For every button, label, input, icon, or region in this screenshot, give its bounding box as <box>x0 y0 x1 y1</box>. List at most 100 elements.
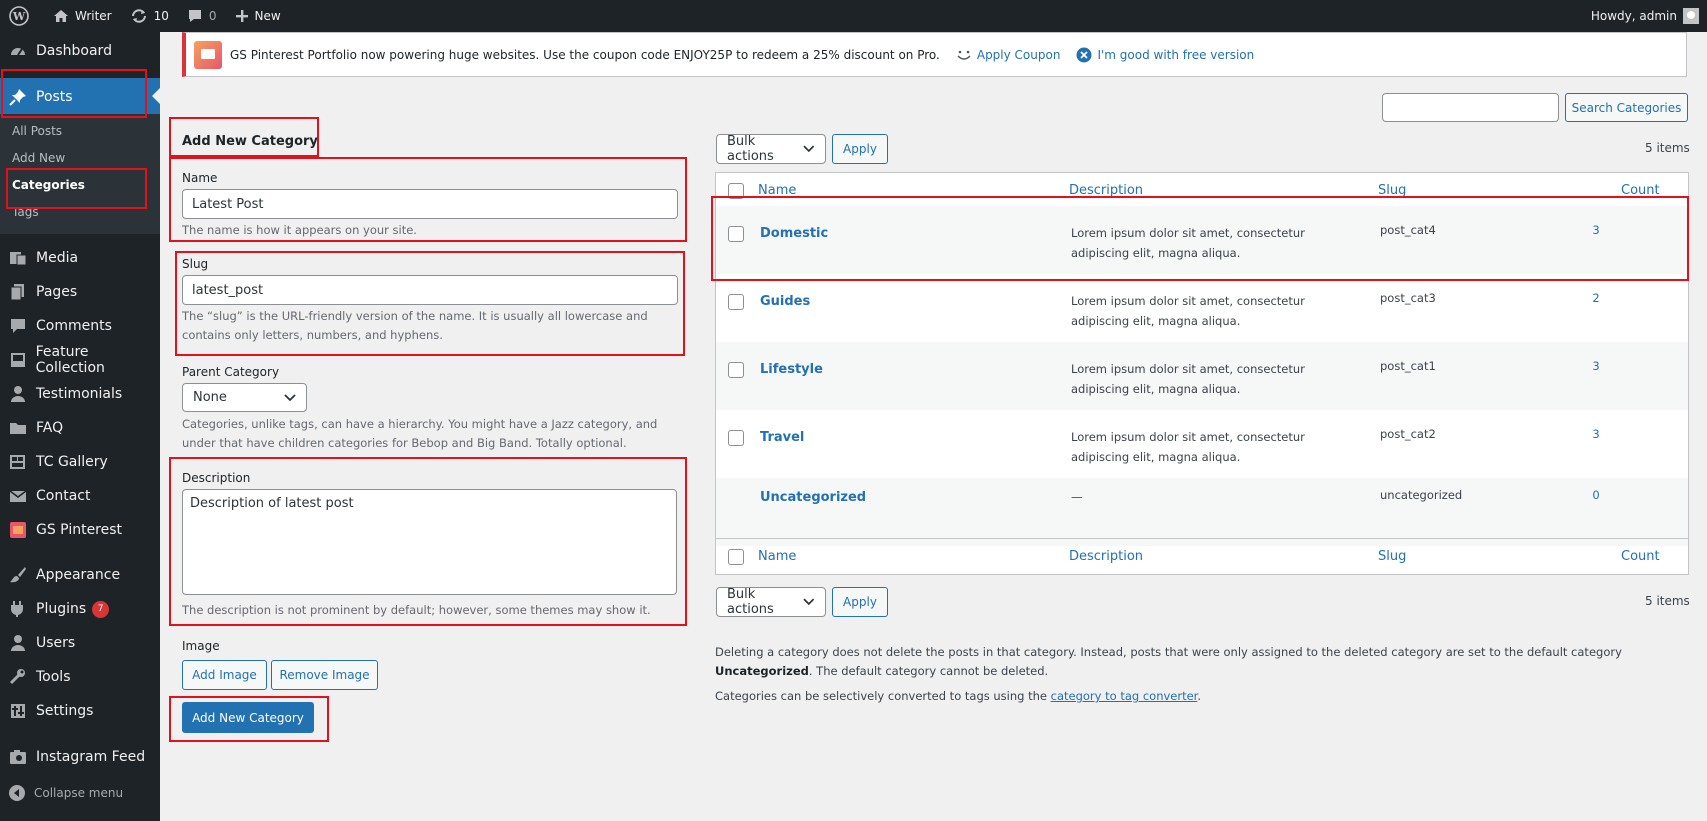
column-footer-slug[interactable]: Slug <box>1378 549 1406 564</box>
bulk-actions-select-top[interactable]: Bulk actions <box>716 134 826 164</box>
category-name-link[interactable]: Uncategorized <box>760 490 866 505</box>
updates-link[interactable]: 10 <box>121 0 178 32</box>
converter-note-text: Categories can be selectively converted … <box>715 689 1051 703</box>
column-footer-name[interactable]: Name <box>758 549 796 564</box>
annotation-box-heading <box>169 117 319 157</box>
search-categories-input[interactable] <box>1382 93 1559 122</box>
select-all-checkbox-bottom[interactable] <box>728 549 744 565</box>
menu-plugins[interactable]: Plugins 7 <box>0 592 160 626</box>
category-count-link[interactable]: 2 <box>1581 291 1611 305</box>
menu-contact[interactable]: Contact <box>0 479 160 513</box>
plus-icon <box>235 10 248 22</box>
svg-text:W: W <box>12 10 26 23</box>
menu-comments[interactable]: Comments <box>0 309 160 343</box>
menu-gs-pinterest-label: GS Pinterest <box>36 522 123 538</box>
apply-button-top[interactable]: Apply <box>832 134 888 164</box>
menu-appearance[interactable]: Appearance <box>0 558 160 592</box>
parent-help-line2: under that have children categories for … <box>182 436 627 450</box>
add-image-button[interactable]: Add Image <box>182 660 267 690</box>
converter-note-end: . <box>1197 689 1202 703</box>
promo-notice: GS Pinterest Portfolio now powering huge… <box>182 32 1687 77</box>
parent-category-select[interactable]: None <box>182 383 307 412</box>
email-icon <box>8 486 28 506</box>
menu-faq[interactable]: FAQ <box>0 411 160 445</box>
menu-appearance-label: Appearance <box>36 567 121 583</box>
menu-feature-collection[interactable]: Feature Collection <box>0 343 160 377</box>
row-checkbox[interactable] <box>728 362 744 378</box>
dismiss-notice-link[interactable]: I'm good with free version <box>1076 47 1254 63</box>
table-row: Lifestyle Lorem ipsum dolor sit amet, co… <box>716 342 1688 410</box>
category-name-link[interactable]: Guides <box>760 294 810 309</box>
category-to-tag-converter-link[interactable]: category to tag converter <box>1051 689 1198 703</box>
row-checkbox[interactable] <box>728 430 744 446</box>
annotation-box-categories <box>6 168 147 209</box>
folder-icon <box>8 418 28 438</box>
category-count-link[interactable]: 3 <box>1581 359 1611 373</box>
menu-tools[interactable]: Tools <box>0 660 160 694</box>
default-category-name: Uncategorized <box>715 664 809 678</box>
menu-media[interactable]: Media <box>0 241 160 275</box>
category-name-link[interactable]: Lifestyle <box>760 362 823 377</box>
site-name-link[interactable]: Writer <box>44 0 121 32</box>
category-slug: post_cat3 <box>1380 291 1436 305</box>
table-row: Uncategorized — uncategorized 0 <box>716 478 1688 546</box>
media-icon <box>8 248 28 268</box>
my-account[interactable]: Howdy, admin <box>1591 8 1707 24</box>
parent-category-label: Parent Category <box>182 365 280 379</box>
new-content-link[interactable]: New <box>226 0 290 32</box>
menu-instagram-feed-label: Instagram Feed <box>36 749 146 765</box>
menu-users[interactable]: Users <box>0 626 160 660</box>
row-checkbox[interactable] <box>728 294 744 310</box>
menu-tc-gallery[interactable]: TC Gallery <box>0 445 160 479</box>
user-icon <box>8 384 28 404</box>
category-name-link[interactable]: Travel <box>760 430 804 445</box>
parent-help-line1: Categories, unlike tags, can have a hier… <box>182 417 658 431</box>
site-name: Writer <box>75 9 112 23</box>
submenu-add-new[interactable]: Add New <box>12 151 65 165</box>
dashboard-icon <box>8 41 28 61</box>
default-category-note: Uncategorized. The default category cann… <box>715 664 1048 678</box>
menu-dashboard[interactable]: Dashboard <box>0 34 160 68</box>
collapse-menu-button[interactable]: Collapse menu <box>8 784 123 802</box>
category-slug: post_cat1 <box>1380 359 1436 373</box>
column-footer-description[interactable]: Description <box>1069 549 1143 564</box>
apply-button-bottom[interactable]: Apply <box>832 587 888 617</box>
category-slug: uncategorized <box>1380 488 1463 502</box>
category-count-link[interactable]: 0 <box>1581 488 1611 502</box>
apply-coupon-label: Apply Coupon <box>976 47 1061 62</box>
annotation-box-domestic-row <box>711 196 1689 281</box>
menu-settings[interactable]: Settings <box>0 694 160 728</box>
chevron-down-icon <box>284 393 296 401</box>
menu-instagram-feed[interactable]: Instagram Feed <box>0 740 160 774</box>
default-category-note-rest: . The default category cannot be deleted… <box>808 664 1049 678</box>
submenu-all-posts[interactable]: All Posts <box>12 124 62 138</box>
remove-image-button[interactable]: Remove Image <box>271 660 378 690</box>
items-count-bottom: 5 items <box>1645 594 1690 608</box>
menu-pages[interactable]: Pages <box>0 275 160 309</box>
category-description-line2: adipiscing elit, magna aliqua. <box>1071 314 1241 328</box>
bulk-actions-select-bottom[interactable]: Bulk actions <box>716 587 826 617</box>
menu-testimonials-label: Testimonials <box>36 386 123 402</box>
column-footer-count[interactable]: Count <box>1621 549 1660 564</box>
search-categories-button[interactable]: Search Categories <box>1565 93 1688 122</box>
new-label: New <box>254 9 281 23</box>
comments-link[interactable]: 0 <box>178 0 226 32</box>
category-description-line2: adipiscing elit, magna aliqua. <box>1071 450 1241 464</box>
category-count-link[interactable]: 3 <box>1581 427 1611 441</box>
menu-gs-pinterest[interactable]: GS Pinterest <box>0 513 160 547</box>
comments-count: 0 <box>208 9 217 23</box>
plugins-update-badge: 7 <box>92 600 110 618</box>
wordpress-logo-icon[interactable]: W <box>0 0 44 32</box>
howdy-text: Howdy, admin <box>1590 9 1677 23</box>
refresh-icon <box>131 9 146 23</box>
menu-dashboard-label: Dashboard <box>36 43 112 59</box>
bulk-actions-value-top: Bulk actions <box>727 134 774 164</box>
menu-tc-gallery-label: TC Gallery <box>36 454 108 470</box>
pages-icon <box>8 282 28 302</box>
admin-bar: W Writer 10 0 New Howdy, admin <box>0 0 1707 32</box>
dismiss-notice-label: I'm good with free version <box>1097 47 1255 62</box>
apply-coupon-link[interactable]: Apply Coupon <box>956 47 1061 62</box>
category-description-line2: adipiscing elit, magna aliqua. <box>1071 382 1241 396</box>
category-description-line1: Lorem ipsum dolor sit amet, consectetur <box>1071 294 1305 308</box>
menu-testimonials[interactable]: Testimonials <box>0 377 160 411</box>
